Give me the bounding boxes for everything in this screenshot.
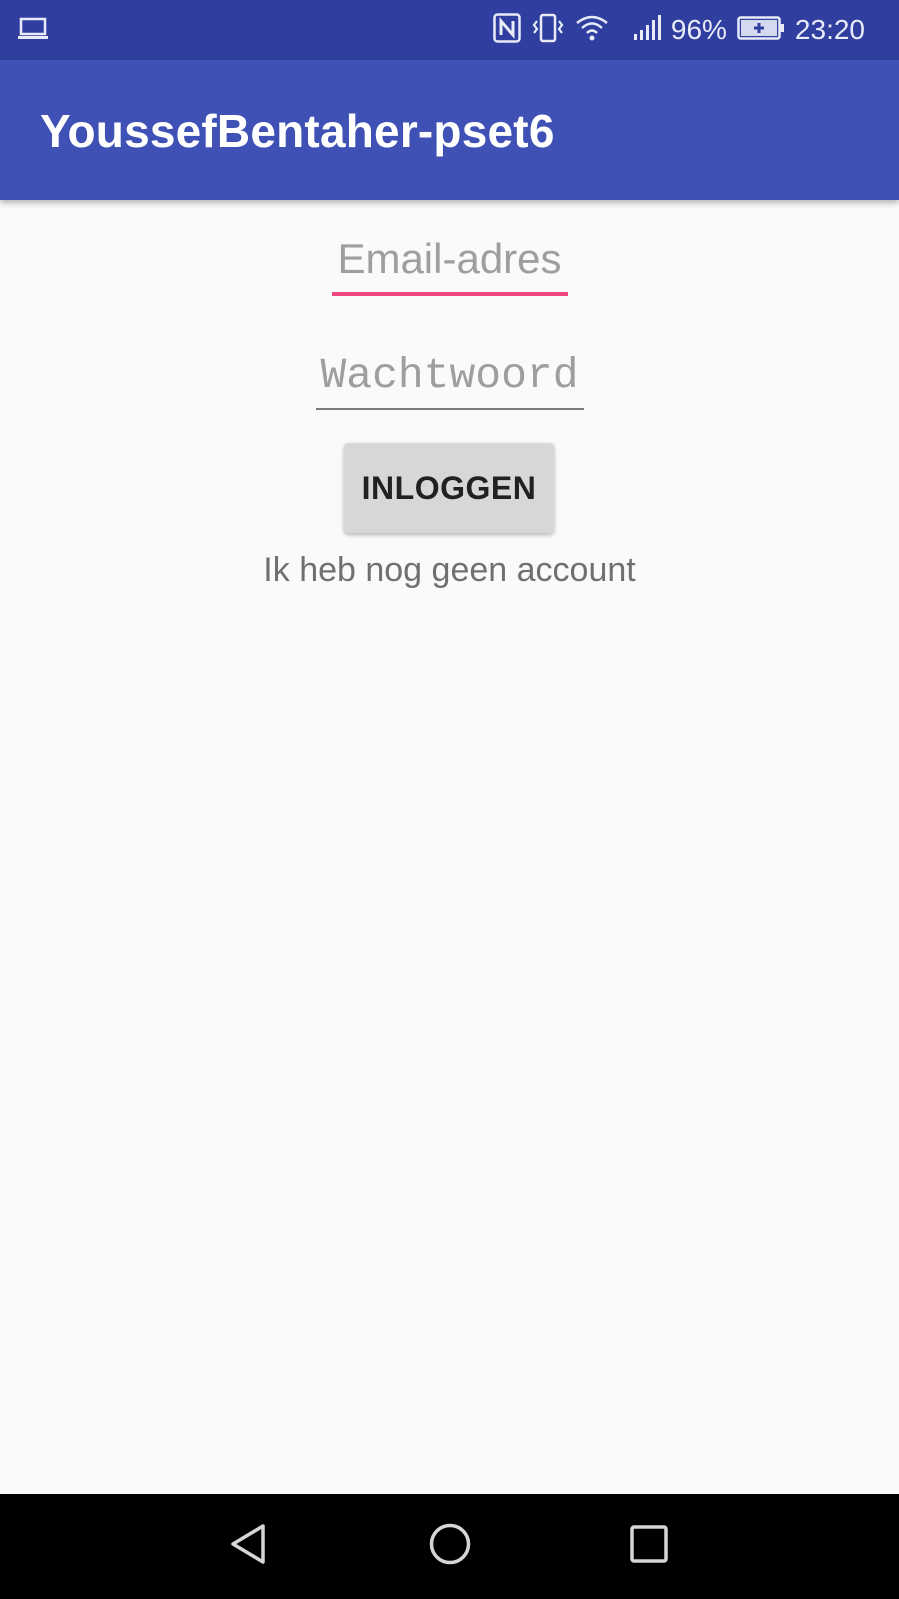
vibrate-icon <box>531 13 565 48</box>
home-icon <box>428 1522 472 1571</box>
home-button[interactable] <box>390 1494 510 1599</box>
login-button[interactable]: INLOGGEN <box>344 443 554 533</box>
clock: 23:20 <box>794 14 865 45</box>
app-bar: YoussefBentaher-pset6 <box>0 60 899 200</box>
recents-icon <box>629 1524 669 1569</box>
status-bar: 96% 23:20 <box>0 0 899 60</box>
signup-link[interactable]: Ik heb nog geen account <box>0 551 899 590</box>
back-icon <box>228 1522 268 1571</box>
navigation-bar <box>0 1494 899 1599</box>
nfc-icon <box>493 12 521 48</box>
email-field[interactable] <box>331 226 568 296</box>
password-field[interactable] <box>315 342 584 410</box>
app-title: YoussefBentaher-pset6 <box>40 105 555 157</box>
recents-button[interactable] <box>589 1494 709 1599</box>
back-button[interactable] <box>188 1494 308 1599</box>
wifi-icon <box>575 14 609 47</box>
signal-icon <box>633 14 661 46</box>
battery-charging-icon <box>737 15 785 45</box>
laptop-icon <box>18 16 48 47</box>
battery-percent: 96% <box>670 14 727 45</box>
